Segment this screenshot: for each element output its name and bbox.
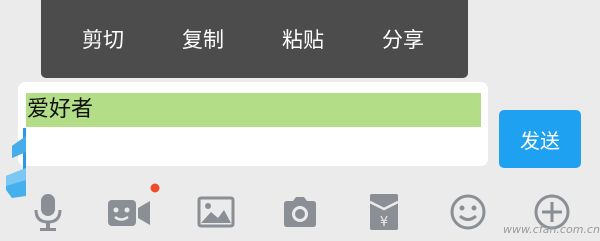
microphone-icon[interactable] <box>28 188 68 232</box>
svg-text:¥: ¥ <box>380 215 388 230</box>
menu-item-copy[interactable]: 复制 <box>182 27 224 53</box>
image-icon[interactable] <box>196 188 236 232</box>
emoji-icon[interactable] <box>448 188 488 232</box>
menu-item-cut[interactable]: 剪切 <box>82 27 124 53</box>
context-menu: 剪切 复制 粘贴 分享 <box>41 0 468 78</box>
selection-start-handle[interactable] <box>6 128 30 204</box>
menu-item-share[interactable]: 分享 <box>382 27 424 53</box>
camera-icon[interactable] <box>280 188 320 232</box>
video-notification-badge <box>150 183 160 193</box>
video-icon[interactable] <box>104 188 150 232</box>
watermark: www.cfan.com.cn <box>503 223 600 236</box>
menu-item-paste[interactable]: 粘贴 <box>282 27 324 53</box>
send-button[interactable]: 发送 <box>499 110 581 168</box>
message-input-text: 爱好者 <box>27 97 94 122</box>
red-packet-icon[interactable]: ¥ <box>364 188 404 232</box>
text-selection <box>26 93 481 127</box>
